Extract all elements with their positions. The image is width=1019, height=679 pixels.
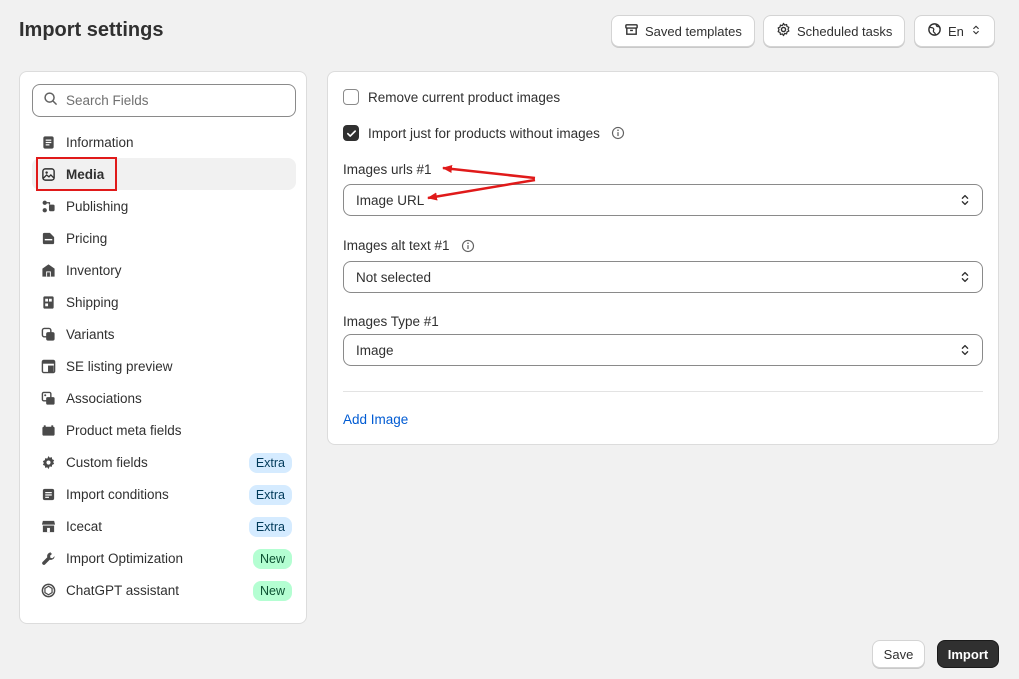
divider xyxy=(343,391,983,392)
extra-badge: Extra xyxy=(248,517,292,537)
sidebar-item-label: Shipping xyxy=(66,294,119,310)
chevron-updown-icon xyxy=(961,344,969,356)
chevron-updown-icon xyxy=(961,271,969,283)
chevron-updown-icon xyxy=(961,194,969,206)
remove-images-option[interactable]: Remove current product images xyxy=(343,89,560,105)
shipping-icon xyxy=(40,294,56,310)
price-tag-icon xyxy=(40,230,56,246)
sidebar-item-label: Information xyxy=(66,134,134,150)
gear-icon xyxy=(40,454,56,470)
images-urls-label: Images urls #1 xyxy=(343,162,432,177)
sidebar-item-label: Associations xyxy=(66,390,142,406)
sidebar-item-label: Icecat xyxy=(66,518,103,534)
listing-preview-icon xyxy=(40,358,56,374)
scheduled-tasks-button[interactable]: Scheduled tasks xyxy=(763,15,906,47)
chevron-updown-icon xyxy=(970,23,982,40)
sidebar-item-label: Custom fields xyxy=(66,454,148,470)
meta-fields-icon xyxy=(40,422,56,438)
sidebar-item-icecat[interactable]: Icecat Extra xyxy=(32,510,296,542)
sidebar-item-pricing[interactable]: Pricing xyxy=(32,222,296,254)
language-selector[interactable]: En xyxy=(914,15,995,47)
sidebar-item-label: Media xyxy=(66,166,105,182)
chatgpt-icon xyxy=(40,582,56,598)
document-icon xyxy=(40,134,56,150)
sidebar-item-import-conditions[interactable]: Import conditions Extra xyxy=(32,478,296,510)
sidebar-item-label: ChatGPT assistant xyxy=(66,582,180,598)
images-type-label: Images Type #1 xyxy=(343,314,439,329)
images-alt-value: Not selected xyxy=(356,269,432,285)
images-urls-select[interactable]: Image URL xyxy=(343,184,983,216)
inventory-icon xyxy=(40,262,56,278)
sidebar-item-media[interactable]: Media xyxy=(32,158,296,190)
save-button[interactable]: Save xyxy=(872,640,925,668)
sidebar-nav: Information Media Publishing Pricing Inv… xyxy=(32,126,296,606)
language-label: En xyxy=(948,23,964,39)
remove-images-checkbox[interactable] xyxy=(343,89,359,105)
import-without-images-label: Import just for products without images xyxy=(368,125,600,141)
new-badge: New xyxy=(252,549,292,569)
sidebar-item-inventory[interactable]: Inventory xyxy=(32,254,296,286)
search-icon xyxy=(43,91,58,111)
sidebar-item-label: Pricing xyxy=(66,230,108,246)
sidebar-item-se-listing-preview[interactable]: SE listing preview xyxy=(32,350,296,382)
sidebar-item-chatgpt-assistant[interactable]: ChatGPT assistant New xyxy=(32,574,296,606)
remove-images-label: Remove current product images xyxy=(368,89,561,105)
import-button[interactable]: Import xyxy=(937,640,999,668)
checkmark-icon xyxy=(346,129,356,137)
sidebar-item-label: Product meta fields xyxy=(66,422,182,438)
saved-templates-label: Saved templates xyxy=(645,23,742,39)
import-without-images-option[interactable]: Import just for products without images xyxy=(343,125,625,141)
import-without-images-checkbox[interactable] xyxy=(343,125,359,141)
saved-templates-button[interactable]: Saved templates xyxy=(611,15,755,47)
images-alt-label: Images alt text #1 xyxy=(343,238,475,253)
sidebar-item-label: Variants xyxy=(66,326,115,342)
images-alt-select[interactable]: Not selected xyxy=(343,261,983,293)
extra-badge: Extra xyxy=(248,485,292,505)
images-urls-label-text: Images urls #1 xyxy=(343,162,432,177)
sidebar-item-product-meta-fields[interactable]: Product meta fields xyxy=(32,414,296,446)
store-icon xyxy=(40,518,56,534)
add-image-link[interactable]: Add Image xyxy=(343,412,408,427)
info-icon[interactable] xyxy=(461,239,475,253)
sidebar-item-information[interactable]: Information xyxy=(32,126,296,158)
sidebar-item-label: Inventory xyxy=(66,262,122,278)
info-icon[interactable] xyxy=(611,126,625,140)
sidebar-item-shipping[interactable]: Shipping xyxy=(32,286,296,318)
images-type-select[interactable]: Image xyxy=(343,334,983,366)
media-settings-card: Remove current product images Import jus… xyxy=(327,71,999,445)
sidebar-item-custom-fields[interactable]: Custom fields Extra xyxy=(32,446,296,478)
new-badge: New xyxy=(252,581,292,601)
associations-icon xyxy=(40,390,56,406)
sidebar-item-associations[interactable]: Associations xyxy=(32,382,296,414)
conditions-icon xyxy=(40,486,56,502)
archive-icon xyxy=(624,22,639,40)
sidebar-item-label: Publishing xyxy=(66,198,129,214)
fields-sidebar: Information Media Publishing Pricing Inv… xyxy=(19,71,307,624)
sidebar-item-variants[interactable]: Variants xyxy=(32,318,296,350)
images-type-label-text: Images Type #1 xyxy=(343,314,439,329)
sidebar-item-publishing[interactable]: Publishing xyxy=(32,190,296,222)
publishing-icon xyxy=(40,198,56,214)
gear-icon xyxy=(776,22,791,40)
sidebar-item-label: Import conditions xyxy=(66,486,169,502)
images-urls-value: Image URL xyxy=(356,192,425,208)
search-input[interactable] xyxy=(66,93,286,108)
sidebar-item-import-optimization[interactable]: Import Optimization New xyxy=(32,542,296,574)
sidebar-item-label: Import Optimization xyxy=(66,550,184,566)
page-title: Import settings xyxy=(19,19,164,41)
wrench-icon xyxy=(40,550,56,566)
variants-icon xyxy=(40,326,56,342)
images-type-value: Image xyxy=(356,342,394,358)
search-field[interactable] xyxy=(32,84,296,117)
extra-badge: Extra xyxy=(248,453,292,473)
images-alt-label-text: Images alt text #1 xyxy=(343,238,450,253)
image-icon xyxy=(40,166,56,182)
globe-icon xyxy=(927,22,942,40)
scheduled-tasks-label: Scheduled tasks xyxy=(797,23,893,39)
sidebar-item-label: SE listing preview xyxy=(66,358,173,374)
